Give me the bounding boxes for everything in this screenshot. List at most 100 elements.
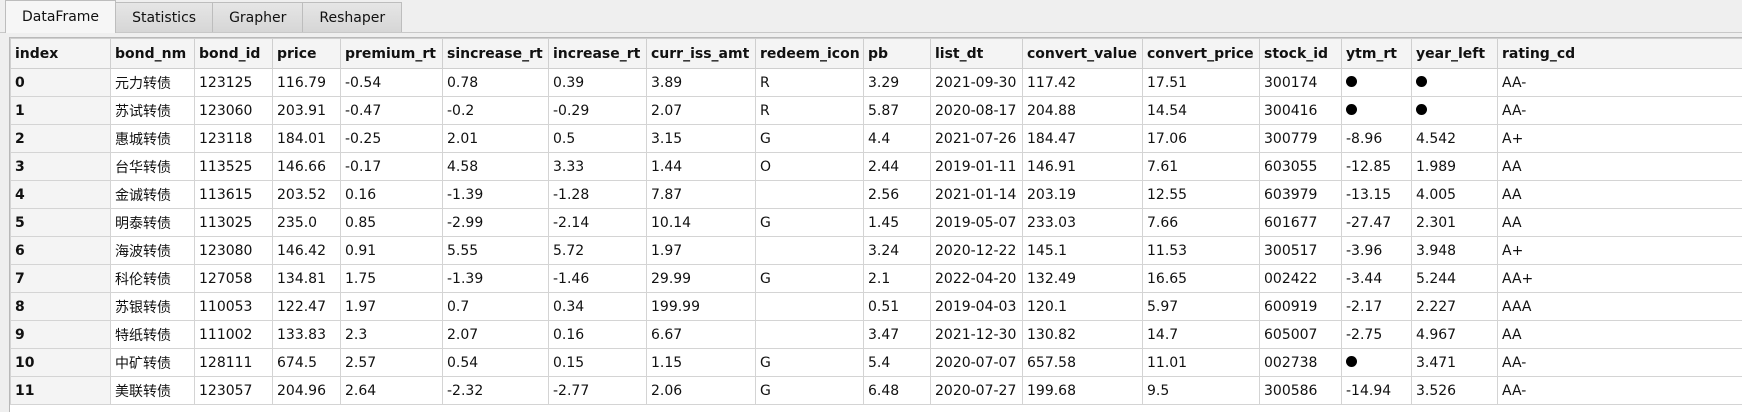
table-cell-redeem-icon[interactable]: G xyxy=(755,124,864,153)
table-cell-year-left[interactable]: 4.542 xyxy=(1411,124,1498,153)
table-cell-convert-price[interactable]: 14.7 xyxy=(1142,320,1260,349)
table-cell-increase-rt[interactable]: -1.46 xyxy=(548,264,647,293)
table-cell-sincrease-rt[interactable]: -0.2 xyxy=(442,96,549,125)
table-cell-curr-iss-amt[interactable]: 7.87 xyxy=(646,180,756,209)
table-cell-pb[interactable]: 3.24 xyxy=(863,236,931,265)
table-cell-ytm-rt[interactable] xyxy=(1341,96,1412,125)
table-cell-list-dt[interactable]: 2021-09-30 xyxy=(930,68,1023,97)
table-cell-curr-iss-amt[interactable]: 6.67 xyxy=(646,320,756,349)
column-header[interactable]: redeem_icon xyxy=(755,38,864,69)
table-cell-stock-id[interactable]: 300174 xyxy=(1259,68,1342,97)
table-cell-convert-value[interactable]: 233.03 xyxy=(1022,208,1143,237)
table-cell-ytm-rt[interactable]: -27.47 xyxy=(1341,208,1412,237)
table-cell-sincrease-rt[interactable]: -1.39 xyxy=(442,264,549,293)
table-cell-pb[interactable]: 3.29 xyxy=(863,68,931,97)
table-cell-curr-iss-amt[interactable]: 29.99 xyxy=(646,264,756,293)
table-cell-convert-value[interactable]: 199.68 xyxy=(1022,376,1143,405)
table-cell-price[interactable]: 203.91 xyxy=(272,96,341,125)
table-cell-convert-price[interactable]: 9.5 xyxy=(1142,376,1260,405)
table-cell-ytm-rt[interactable]: -3.44 xyxy=(1341,264,1412,293)
table-cell-pb[interactable]: 4.4 xyxy=(863,124,931,153)
table-cell-stock-id[interactable]: 002422 xyxy=(1259,264,1342,293)
table-cell-bond-nm[interactable]: 台华转债 xyxy=(110,152,195,181)
table-cell-curr-iss-amt[interactable]: 199.99 xyxy=(646,292,756,321)
table-cell-redeem-icon[interactable]: G xyxy=(755,348,864,377)
table-cell-price[interactable]: 146.42 xyxy=(272,236,341,265)
column-header[interactable]: ytm_rt xyxy=(1341,38,1412,69)
table-cell-bond-id[interactable]: 123060 xyxy=(194,96,273,125)
table-cell-redeem-icon[interactable]: R xyxy=(755,68,864,97)
table-cell-price[interactable]: 146.66 xyxy=(272,152,341,181)
table-cell-rating-cd[interactable]: AA+ xyxy=(1497,264,1742,293)
table-cell-redeem-icon[interactable]: R xyxy=(755,96,864,125)
table-cell-bond-id[interactable]: 123080 xyxy=(194,236,273,265)
table-cell-year-left[interactable]: 1.989 xyxy=(1411,152,1498,181)
table-cell-stock-id[interactable]: 300517 xyxy=(1259,236,1342,265)
row-index[interactable]: 11 xyxy=(10,376,111,405)
table-cell-sincrease-rt[interactable]: 4.58 xyxy=(442,152,549,181)
table-cell-ytm-rt[interactable]: -14.94 xyxy=(1341,376,1412,405)
table-cell-pb[interactable]: 2.56 xyxy=(863,180,931,209)
table-cell-increase-rt[interactable]: 0.39 xyxy=(548,68,647,97)
row-index[interactable]: 8 xyxy=(10,292,111,321)
table-cell-year-left[interactable]: 2.301 xyxy=(1411,208,1498,237)
table-cell-sincrease-rt[interactable]: 2.07 xyxy=(442,320,549,349)
table-cell-list-dt[interactable]: 2019-04-03 xyxy=(930,292,1023,321)
column-header[interactable]: pb xyxy=(863,38,931,69)
table-cell-premium-rt[interactable]: -0.54 xyxy=(340,68,443,97)
column-header[interactable]: bond_nm xyxy=(110,38,195,69)
column-header[interactable]: rating_cd xyxy=(1497,38,1742,69)
table-cell-list-dt[interactable]: 2020-07-07 xyxy=(930,348,1023,377)
tab-grapher[interactable]: Grapher xyxy=(212,2,304,32)
table-cell-price[interactable]: 674.5 xyxy=(272,348,341,377)
table-cell-increase-rt[interactable]: 0.5 xyxy=(548,124,647,153)
table-cell-list-dt[interactable]: 2021-01-14 xyxy=(930,180,1023,209)
table-cell-list-dt[interactable]: 2019-01-11 xyxy=(930,152,1023,181)
row-index[interactable]: 10 xyxy=(10,348,111,377)
table-cell-bond-id[interactable]: 123118 xyxy=(194,124,273,153)
table-cell-increase-rt[interactable]: 5.72 xyxy=(548,236,647,265)
table-cell-bond-nm[interactable]: 特纸转债 xyxy=(110,320,195,349)
table-cell-convert-value[interactable]: 184.47 xyxy=(1022,124,1143,153)
table-cell-sincrease-rt[interactable]: 0.7 xyxy=(442,292,549,321)
table-cell-increase-rt[interactable]: -1.28 xyxy=(548,180,647,209)
table-cell-pb[interactable]: 5.87 xyxy=(863,96,931,125)
table-cell-curr-iss-amt[interactable]: 2.07 xyxy=(646,96,756,125)
column-header[interactable]: year_left xyxy=(1411,38,1498,69)
table-cell-premium-rt[interactable]: -0.17 xyxy=(340,152,443,181)
table-cell-ytm-rt[interactable] xyxy=(1341,68,1412,97)
table-cell-convert-value[interactable]: 130.82 xyxy=(1022,320,1143,349)
table-cell-premium-rt[interactable]: 0.85 xyxy=(340,208,443,237)
column-header[interactable]: premium_rt xyxy=(340,38,443,69)
table-cell-stock-id[interactable]: 300779 xyxy=(1259,124,1342,153)
table-cell-list-dt[interactable]: 2022-04-20 xyxy=(930,264,1023,293)
table-cell-price[interactable]: 133.83 xyxy=(272,320,341,349)
row-index[interactable]: 0 xyxy=(10,68,111,97)
table-cell-bond-id[interactable]: 128111 xyxy=(194,348,273,377)
table-cell-bond-nm[interactable]: 科伦转债 xyxy=(110,264,195,293)
table-cell-ytm-rt[interactable]: -8.96 xyxy=(1341,124,1412,153)
table-cell-price[interactable]: 203.52 xyxy=(272,180,341,209)
column-header[interactable]: price xyxy=(272,38,341,69)
table-cell-year-left[interactable]: 3.526 xyxy=(1411,376,1498,405)
table-cell-convert-value[interactable]: 657.58 xyxy=(1022,348,1143,377)
table-cell-pb[interactable]: 6.48 xyxy=(863,376,931,405)
table-cell-rating-cd[interactable]: AA- xyxy=(1497,376,1742,405)
table-cell-bond-id[interactable]: 113615 xyxy=(194,180,273,209)
table-cell-sincrease-rt[interactable]: -2.99 xyxy=(442,208,549,237)
table-cell-premium-rt[interactable]: 2.64 xyxy=(340,376,443,405)
row-index[interactable]: 2 xyxy=(10,124,111,153)
table-cell-year-left[interactable]: 3.471 xyxy=(1411,348,1498,377)
table-cell-ytm-rt[interactable]: -12.85 xyxy=(1341,152,1412,181)
table-cell-redeem-icon[interactable]: G xyxy=(755,376,864,405)
table-cell-sincrease-rt[interactable]: -1.39 xyxy=(442,180,549,209)
table-cell-year-left[interactable]: 2.227 xyxy=(1411,292,1498,321)
table-cell-redeem-icon[interactable] xyxy=(755,180,864,209)
table-cell-premium-rt[interactable]: -0.25 xyxy=(340,124,443,153)
table-cell-redeem-icon[interactable]: G xyxy=(755,208,864,237)
table-cell-year-left[interactable]: 5.244 xyxy=(1411,264,1498,293)
table-cell-increase-rt[interactable]: 3.33 xyxy=(548,152,647,181)
table-cell-pb[interactable]: 1.45 xyxy=(863,208,931,237)
table-cell-ytm-rt[interactable]: -13.15 xyxy=(1341,180,1412,209)
table-cell-sincrease-rt[interactable]: 0.78 xyxy=(442,68,549,97)
